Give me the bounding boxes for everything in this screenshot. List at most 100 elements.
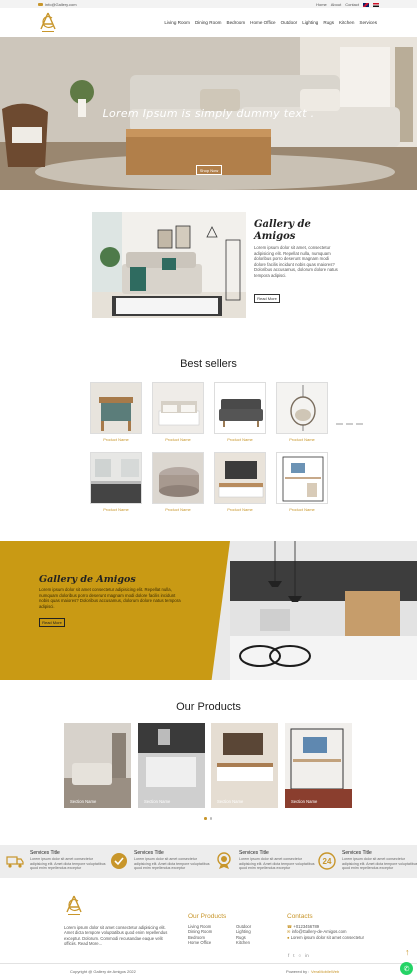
tv-unit-photo (215, 453, 265, 503)
footer-products-col1: Living Room Dining Room Bedroom Home Off… (188, 924, 212, 946)
band-title: Gallery de Amigos (39, 574, 136, 585)
ottoman-photo (153, 453, 203, 503)
sofa-photo (215, 383, 265, 433)
product-name[interactable]: Product Name (276, 507, 328, 512)
service-title: Services Title (134, 850, 164, 856)
product-name[interactable]: Product Name (152, 507, 204, 512)
svg-text:24: 24 (323, 857, 332, 866)
english-flag-icon[interactable] (363, 2, 369, 7)
nav-living-room[interactable]: Living Room (164, 20, 190, 25)
product-section-label: Section Name (144, 799, 171, 804)
nav-kitchen[interactable]: Kitchen (339, 20, 354, 25)
product-name[interactable]: Product Name (214, 437, 266, 442)
band-text: Lorem ipsum dolor sit amet consectetur a… (39, 587, 181, 609)
kitchen-photo (91, 453, 141, 503)
slider-dots[interactable] (336, 423, 363, 425)
service-title: Services Title (239, 850, 269, 856)
product-card[interactable] (90, 382, 142, 434)
linkedin-icon[interactable]: in (305, 953, 309, 958)
band-read-more-button[interactable]: Read More (39, 618, 65, 627)
nav-services[interactable]: Services (359, 20, 377, 25)
copyright-bar: Copyright @ Gallery de Amigos 2022 Power… (0, 963, 417, 978)
service-text: Lorem ipsum dolor sit amet consectetur a… (239, 857, 315, 871)
best-sellers-title: Best sellers (180, 358, 237, 370)
product-section-card[interactable]: Section Name (285, 723, 352, 808)
footer-link[interactable]: Kitchen (236, 940, 251, 945)
product-name[interactable]: Product Name (214, 507, 266, 512)
product-section-card[interactable]: Section Name (138, 723, 205, 808)
powered-by-link[interactable]: VeraMobileWeb (311, 969, 339, 974)
envelope-icon (38, 2, 43, 7)
email-text: info@Gallery.com (45, 2, 77, 7)
our-products-title: Our Products (176, 701, 241, 713)
top-link-home[interactable]: Home (316, 2, 327, 7)
products-carousel-dots[interactable] (204, 817, 212, 820)
product-name[interactable]: Product Name (90, 437, 142, 442)
product-section-card[interactable]: Section Name (64, 723, 131, 808)
kitchen-banner-image (210, 541, 417, 680)
shelf-desk-photo (277, 453, 327, 503)
hero-shop-button[interactable]: Shop Now (196, 165, 222, 175)
gallery-band-panel (0, 541, 230, 680)
service-title: Services Title (30, 850, 60, 856)
support-24-icon: 24 (318, 852, 336, 870)
nav-rugs[interactable]: Rugs (323, 20, 334, 25)
dining-kitchen-photo (138, 723, 205, 808)
service-text: Lorem ipsum dolor sit amet consectetur a… (30, 857, 106, 871)
copyright-text: Copyright @ Gallery de Amigos 2022 (70, 969, 136, 974)
services-strip: Services Title Lorem ipsum dolor sit ame… (0, 845, 417, 878)
armchair-photo (91, 383, 141, 433)
scroll-top-arrow-icon[interactable]: ↑ (405, 948, 411, 958)
product-name[interactable]: Product Name (90, 507, 142, 512)
arabic-flag-icon[interactable] (373, 2, 379, 7)
tv-room-photo (211, 723, 278, 808)
top-link-about[interactable]: About (331, 2, 341, 7)
gallery-logo-icon[interactable] (36, 10, 60, 34)
product-card[interactable] (276, 382, 328, 434)
footer-products-title: Our Products (188, 913, 227, 920)
social-icons: f t ○ in (288, 953, 309, 958)
main-nav: Living Room Dining Room Bedroom Home Off… (164, 20, 377, 25)
product-card[interactable] (152, 382, 204, 434)
facebook-icon[interactable]: f (288, 953, 289, 958)
twitter-icon[interactable]: t (293, 953, 294, 958)
product-name[interactable]: Product Name (152, 437, 204, 442)
product-card[interactable] (90, 452, 142, 504)
main-header: Living Room Dining Room Bedroom Home Off… (0, 8, 417, 37)
about-image (92, 212, 246, 318)
product-section-card[interactable]: Section Name (211, 723, 278, 808)
nav-lighting[interactable]: Lighting (302, 20, 318, 25)
product-section-label: Section Name (217, 799, 244, 804)
award-badge-icon (217, 852, 231, 869)
product-card[interactable] (152, 452, 204, 504)
contact-address: ● Lorem ipsum dolor sit amet consectetur (287, 934, 365, 940)
interior-photo (92, 212, 246, 318)
email-link[interactable]: info@Gallery.com (38, 2, 77, 7)
product-section-label: Section Name (70, 799, 97, 804)
top-link-contact[interactable]: Contact (345, 2, 359, 7)
product-card[interactable] (214, 382, 266, 434)
living-room-photo (64, 723, 131, 808)
footer-logo-icon[interactable] (62, 893, 86, 917)
nav-bedroom[interactable]: Bedroom (227, 20, 246, 25)
instagram-icon[interactable]: ○ (299, 953, 302, 958)
service-title: Services Title (342, 850, 372, 856)
service-text: Lorem ipsum dolor sit amet consectetur a… (342, 857, 417, 871)
nav-dining-room[interactable]: Dining Room (195, 20, 222, 25)
nav-home-office[interactable]: Home Office (250, 20, 275, 25)
top-bar: info@Gallery.com Home About Contact (0, 0, 417, 8)
about-text: Lorem ipsum dolor sit amet, consectetur … (254, 245, 338, 278)
footer-products-col2: Outdoor Lighting Rugs Kitchen (236, 924, 251, 946)
whatsapp-icon[interactable]: ✆ (400, 962, 413, 975)
hero-banner: Lorem Ipsum is simply dummy text . Shop … (0, 37, 417, 190)
product-name[interactable]: Product Name (276, 437, 328, 442)
quality-check-icon (111, 853, 127, 869)
product-card[interactable] (276, 452, 328, 504)
nav-outdoor[interactable]: Outdoor (281, 20, 298, 25)
hero-headline: Lorem Ipsum is simply dummy text . (102, 107, 315, 120)
about-read-more-button[interactable]: Read More (254, 294, 280, 303)
bed-photo (153, 383, 203, 433)
footer-link[interactable]: Home Office (188, 940, 212, 945)
top-links: Home About Contact (316, 2, 379, 7)
product-card[interactable] (214, 452, 266, 504)
